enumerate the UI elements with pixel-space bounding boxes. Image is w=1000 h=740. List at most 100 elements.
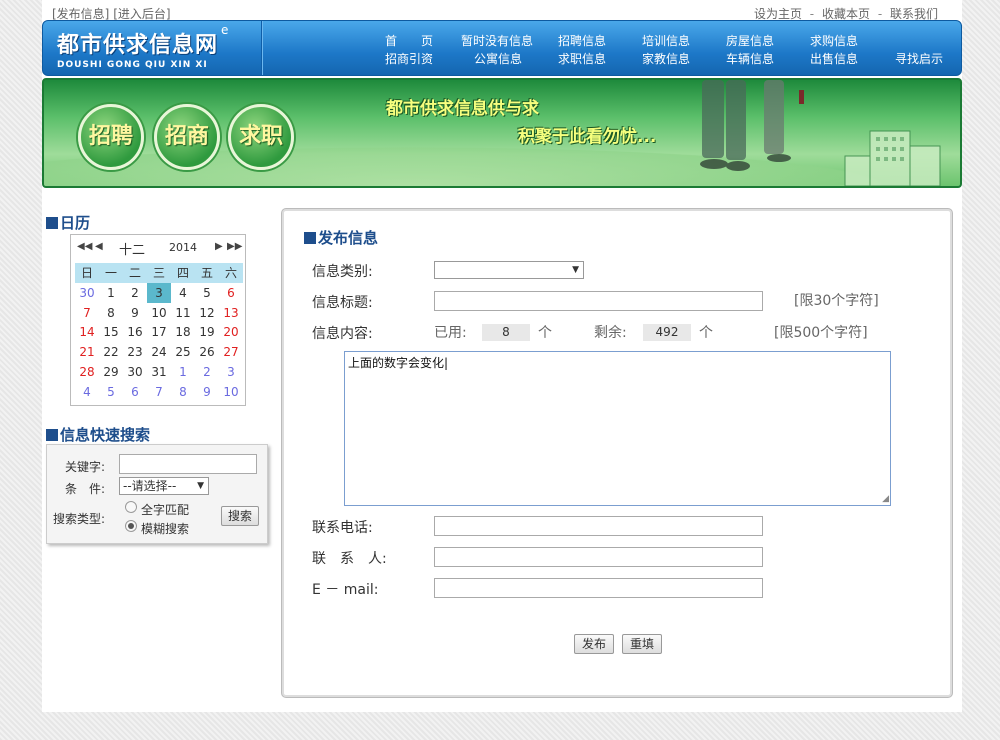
nav-job-seeking[interactable]: 求职信息 — [558, 50, 606, 67]
calendar-day[interactable]: 2 — [195, 362, 219, 382]
nav-training[interactable]: 培训信息 — [642, 32, 690, 49]
calendar-day[interactable]: 13 — [219, 303, 243, 323]
calendar-day[interactable]: 18 — [171, 322, 195, 342]
prev-month-icon[interactable]: ◀ — [95, 241, 103, 252]
next-year-icon[interactable]: ▶▶ — [227, 241, 242, 252]
calendar-day[interactable]: 27 — [219, 342, 243, 362]
calendar-day[interactable]: 29 — [99, 362, 123, 382]
calendar-day[interactable]: 9 — [195, 382, 219, 402]
weekday-label: 四 — [176, 266, 189, 280]
nav-for-sale[interactable]: 出售信息 — [810, 50, 858, 67]
calendar-day[interactable]: 17 — [147, 322, 171, 342]
calendar-week-row: 4 5 6 7 8 9 10 — [75, 382, 243, 402]
publish-info-link[interactable]: [发布信息] — [52, 7, 109, 21]
content-label: 信息内容: — [312, 326, 373, 342]
calendar-day[interactable]: 12 — [195, 303, 219, 323]
calendar-day[interactable]: 8 — [171, 382, 195, 402]
calendar-day[interactable]: 21 — [75, 342, 99, 362]
nav-lost-found[interactable]: 寻找启示 — [895, 50, 943, 67]
used-label: 已用: — [434, 325, 467, 341]
form-title-text: 发布信息 — [318, 229, 379, 247]
nav-vehicles[interactable]: 车辆信息 — [726, 50, 774, 67]
calendar-day[interactable]: 9 — [123, 303, 147, 323]
calendar-day-today[interactable]: 3 — [147, 282, 171, 303]
calendar-day[interactable]: 26 — [195, 342, 219, 362]
set-homepage-link[interactable]: 设为主页 — [754, 7, 802, 21]
calendar-day[interactable]: 23 — [123, 342, 147, 362]
calendar-day[interactable]: 1 — [171, 362, 195, 382]
contact-us-link[interactable]: 联系我们 — [890, 7, 938, 21]
email-input[interactable] — [434, 578, 763, 598]
nav-tutoring[interactable]: 家教信息 — [642, 50, 690, 67]
nav-investment[interactable]: 招商引资 — [385, 50, 433, 67]
calendar-day[interactable]: 25 — [171, 342, 195, 362]
phone-input[interactable] — [434, 516, 763, 536]
nav-apartment[interactable]: 公寓信息 — [474, 50, 522, 67]
exact-match-radio[interactable] — [125, 501, 137, 513]
weekday-header-row: 日 一 二 三 四 五 六 — [75, 263, 243, 283]
keyword-label: 关键字: — [65, 460, 106, 474]
calendar-day[interactable]: 19 — [195, 322, 219, 342]
banner-slogan-line1: 都市供求信息供与求 — [386, 99, 539, 119]
keyword-input[interactable] — [119, 454, 257, 474]
reset-button[interactable]: 重填 — [622, 634, 662, 654]
calendar-day[interactable]: 2 — [123, 283, 147, 303]
calendar-day[interactable]: 24 — [147, 342, 171, 362]
content-textarea[interactable]: 上面的数字会变化| ◢ — [344, 351, 891, 506]
calendar-day[interactable]: 7 — [147, 382, 171, 402]
calendar-day[interactable]: 16 — [123, 322, 147, 342]
admin-link[interactable]: [进入后台] — [113, 7, 170, 21]
contact-person-input[interactable] — [434, 547, 763, 567]
calendar-day[interactable]: 4 — [75, 382, 99, 402]
calendar-day[interactable]: 7 — [75, 303, 99, 323]
calendar-day[interactable]: 30 — [75, 283, 99, 303]
nav-home[interactable]: 首 页 — [385, 32, 433, 49]
banner-job-seeking-button[interactable]: 求职 — [228, 104, 294, 170]
calendar-day[interactable]: 10 — [219, 382, 243, 402]
quick-search-title: 信息快速搜索 — [46, 424, 150, 445]
calendar-day[interactable]: 6 — [123, 382, 147, 402]
condition-label: 条 件: — [65, 482, 106, 496]
category-select[interactable]: ▼ — [434, 261, 584, 279]
bookmark-link[interactable]: 收藏本页 — [822, 7, 870, 21]
banner-investment-button[interactable]: 招商 — [154, 104, 220, 170]
fuzzy-search-radio[interactable] — [125, 520, 137, 532]
calendar-day[interactable]: 3 — [219, 362, 243, 382]
calendar-day[interactable]: 11 — [171, 303, 195, 323]
used-unit: 个 — [538, 325, 552, 341]
fuzzy-search-label: 模糊搜索 — [141, 522, 190, 536]
condition-select[interactable]: --请选择-- ▼ — [119, 477, 209, 495]
submit-button[interactable]: 发布 — [574, 634, 614, 654]
contact-person-label: 联 系 人: — [312, 551, 387, 567]
calendar-day[interactable]: 1 — [99, 283, 123, 303]
nav-no-info[interactable]: 暂时没有信息 — [461, 32, 533, 49]
nav-purchase[interactable]: 求购信息 — [810, 32, 858, 49]
weekday-label: 二 — [128, 266, 141, 280]
calendar-day[interactable]: 10 — [147, 303, 171, 323]
calendar-year: 2014 — [169, 241, 197, 254]
calendar-day[interactable]: 6 — [219, 283, 243, 303]
calendar-day[interactable]: 14 — [75, 322, 99, 342]
calendar-day[interactable]: 8 — [99, 303, 123, 323]
calendar-day[interactable]: 28 — [75, 362, 99, 382]
nav-housing[interactable]: 房屋信息 — [726, 32, 774, 49]
exact-match-label: 全字匹配 — [141, 503, 190, 517]
nav-recruit[interactable]: 招聘信息 — [558, 32, 606, 49]
calendar-day[interactable]: 30 — [123, 362, 147, 382]
resize-handle-icon[interactable]: ◢ — [882, 494, 889, 504]
calendar-day[interactable]: 5 — [195, 283, 219, 303]
remain-label: 剩余: — [594, 325, 627, 341]
banner-recruit-button[interactable]: 招聘 — [78, 104, 144, 170]
category-label: 信息类别: — [312, 264, 373, 280]
prev-year-icon[interactable]: ◀◀ — [77, 241, 92, 252]
calendar-day[interactable]: 5 — [99, 382, 123, 402]
calendar-day[interactable]: 31 — [147, 362, 171, 382]
banner-slogan-line2: 积聚于此看勿忧... — [518, 127, 657, 147]
next-month-icon[interactable]: ▶ — [215, 241, 223, 252]
search-button[interactable]: 搜索 — [221, 506, 259, 526]
calendar-day[interactable]: 15 — [99, 322, 123, 342]
title-input[interactable] — [434, 291, 763, 311]
calendar-day[interactable]: 4 — [171, 283, 195, 303]
calendar-day[interactable]: 22 — [99, 342, 123, 362]
calendar-day[interactable]: 20 — [219, 322, 243, 342]
